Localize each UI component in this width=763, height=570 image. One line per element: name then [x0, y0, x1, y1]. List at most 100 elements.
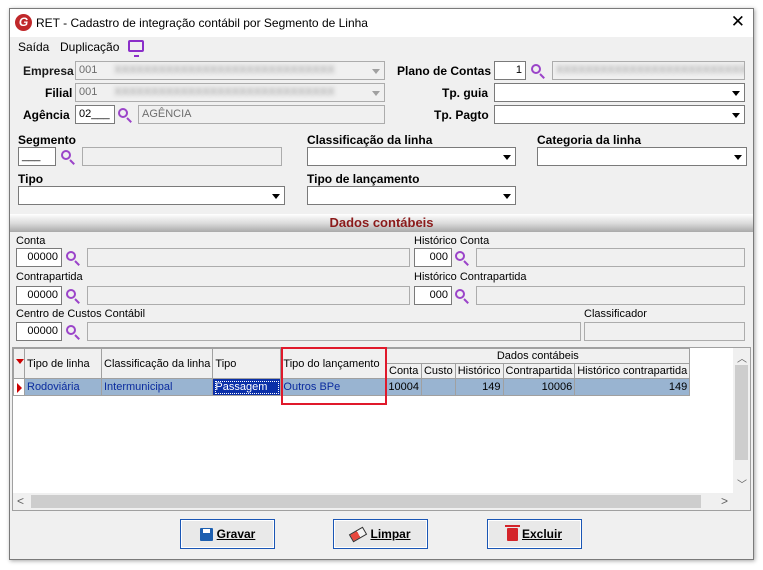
menu-bar: Saída Duplicação: [10, 37, 753, 57]
cell-historico[interactable]: 149: [454, 378, 504, 396]
main-window: G RET - Cadastro de integração contábil …: [9, 8, 754, 560]
search-icon[interactable]: [60, 149, 76, 165]
agencia-code-input[interactable]: 02___: [75, 105, 115, 124]
contrapartida-label: Contrapartida: [16, 271, 83, 283]
limpar-label: Limpar: [370, 527, 411, 541]
plano-contas-input[interactable]: 1: [494, 61, 526, 80]
classificador-label: Classificador: [584, 308, 647, 320]
segmento-input[interactable]: ___: [18, 147, 56, 166]
empresa-code: 001: [79, 64, 98, 76]
chevron-down-icon[interactable]: [499, 148, 515, 165]
empresa-select[interactable]: 001 XXXXXXXXXXXXXXXXXXXXXXXXXXXXXX: [75, 61, 385, 80]
gravar-button[interactable]: Gravar: [180, 519, 275, 549]
excluir-button[interactable]: Excluir: [487, 519, 582, 549]
filial-desc: XXXXXXXXXXXXXXXXXXXXXXXXXXXXXX: [114, 86, 335, 98]
vertical-scrollbar[interactable]: ︿ ﹀: [733, 348, 750, 493]
historico-contrapartida-input[interactable]: 000: [414, 286, 452, 305]
col-header-historico-contrapartida[interactable]: Histórico contrapartida: [574, 363, 691, 379]
tipo-select[interactable]: [18, 186, 285, 205]
search-icon[interactable]: [117, 107, 133, 123]
classificacao-linha-label: Classificação da linha: [307, 133, 433, 147]
chevron-down-icon[interactable]: [730, 148, 746, 165]
chevron-down-icon[interactable]: ﹀: [737, 476, 747, 491]
dados-contabeis-section-title: Dados contábeis: [10, 214, 753, 232]
historico-conta-input[interactable]: 000: [414, 248, 452, 267]
chevron-down-icon[interactable]: [499, 187, 515, 204]
categoria-linha-select[interactable]: [537, 147, 747, 166]
contrapartida-input[interactable]: 00000: [16, 286, 62, 305]
floppy-icon: [199, 528, 213, 542]
cell-classificacao[interactable]: Intermunicipal: [100, 378, 214, 396]
historico-conta-label: Histórico Conta: [414, 235, 490, 247]
chevron-right-icon[interactable]: >: [721, 494, 728, 508]
centro-custos-input[interactable]: 00000: [16, 322, 62, 341]
empresa-desc: XXXXXXXXXXXXXXXXXXXXXXXXXXXXXX: [114, 64, 335, 76]
tp-pagto-label: Tp. Pagto: [434, 108, 489, 122]
chevron-down-icon[interactable]: [268, 187, 284, 204]
chevron-down-icon[interactable]: [368, 84, 384, 101]
filial-code: 001: [79, 86, 98, 98]
data-grid: Tipo de linha Classificação da linha Tip…: [12, 347, 751, 511]
chevron-down-icon[interactable]: [728, 84, 744, 101]
tp-pagto-select[interactable]: [494, 105, 745, 124]
col-header-classificacao[interactable]: Classificação da linha: [100, 348, 214, 379]
col-header-custo[interactable]: Custo: [420, 363, 456, 379]
historico-conta-desc-field: [476, 248, 745, 267]
col-header-contrapartida[interactable]: Contrapartida: [502, 363, 576, 379]
chevron-up-icon[interactable]: ︿: [737, 350, 747, 365]
chevron-down-icon[interactable]: [728, 106, 744, 123]
search-icon[interactable]: [65, 288, 81, 304]
search-icon[interactable]: [530, 63, 546, 79]
cell-conta[interactable]: 10004: [385, 378, 422, 396]
categoria-linha-label: Categoria da linha: [537, 133, 642, 147]
tp-guia-select[interactable]: [494, 83, 745, 102]
menu-duplicacao[interactable]: Duplicação: [60, 40, 119, 54]
tp-guia-label: Tp. guia: [442, 86, 488, 100]
col-header-tipo-linha[interactable]: Tipo de linha: [24, 348, 102, 379]
agencia-desc: AGÊNCIA: [142, 108, 192, 120]
plano-contas-desc-field: XXXXXXXXXXXXXXXXXXXXXXXXXXXX: [552, 61, 745, 80]
conta-label: Conta: [16, 235, 46, 247]
monitor-icon[interactable]: [128, 40, 144, 57]
search-icon[interactable]: [65, 250, 81, 266]
filial-select[interactable]: 001 XXXXXXXXXXXXXXXXXXXXXXXXXXXXXX: [75, 83, 385, 102]
cell-custo[interactable]: [420, 378, 456, 396]
close-icon[interactable]: ✕: [731, 12, 745, 32]
col-header-historico[interactable]: Histórico: [454, 363, 504, 379]
plano-contas-desc: XXXXXXXXXXXXXXXXXXXXXXXXXXXX: [556, 64, 745, 76]
eraser-icon: [349, 526, 368, 543]
chevron-down-icon[interactable]: [368, 62, 384, 79]
classificador-field: [584, 322, 745, 341]
segmento-label: Segmento: [18, 133, 77, 147]
scroll-thumb[interactable]: [31, 495, 701, 508]
search-icon[interactable]: [65, 324, 81, 340]
title-bar: G RET - Cadastro de integração contábil …: [10, 9, 753, 37]
limpar-button[interactable]: Limpar: [333, 519, 428, 549]
segmento-desc-field: [82, 147, 282, 166]
highlight-box: [281, 347, 387, 405]
col-header-conta[interactable]: Conta: [385, 363, 422, 379]
cell-tipo-linha[interactable]: Rodoviária: [24, 378, 102, 396]
scroll-thumb[interactable]: [735, 365, 748, 460]
classificacao-linha-select[interactable]: [307, 147, 516, 166]
cell-historico-contrapartida[interactable]: 149: [574, 378, 691, 396]
filial-label: Filial: [45, 86, 73, 100]
historico-contrapartida-desc-field: [476, 286, 745, 305]
search-icon[interactable]: [454, 288, 470, 304]
contrapartida-desc-field: [87, 286, 410, 305]
empresa-label: Empresa: [23, 64, 74, 78]
conta-input[interactable]: 00000: [16, 248, 62, 267]
cell-contrapartida[interactable]: 10006: [502, 378, 576, 396]
gravar-label: Gravar: [216, 527, 256, 541]
conta-desc-field: [87, 248, 410, 267]
centro-custos-desc-field: [87, 322, 581, 341]
chevron-left-icon[interactable]: <: [17, 494, 24, 508]
menu-saida[interactable]: Saída: [18, 40, 49, 54]
tipo-lancamento-select[interactable]: [307, 186, 516, 205]
horizontal-scrollbar[interactable]: < >: [13, 493, 750, 510]
cell-tipo[interactable]: Passagem: [212, 378, 282, 396]
col-group-dados-contabeis: Dados contábeis: [385, 348, 691, 364]
search-icon[interactable]: [454, 250, 470, 266]
col-header-tipo[interactable]: Tipo: [212, 348, 282, 379]
historico-contrapartida-label: Histórico Contrapartida: [414, 271, 527, 283]
